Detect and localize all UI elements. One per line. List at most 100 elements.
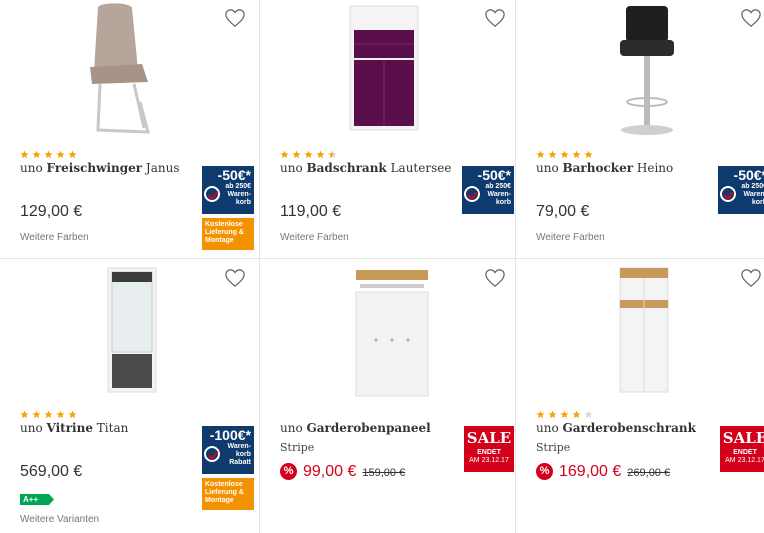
rating-stars <box>536 146 593 159</box>
discount-badge: -50€*ab 250€ Waren-korb <box>718 166 764 214</box>
energy-label[interactable]: A++ <box>20 494 54 505</box>
product-grid: uno Freischwinger Janus 129,00 € Weitere F… <box>0 0 764 533</box>
product-image[interactable] <box>576 262 716 398</box>
product-image[interactable] <box>60 262 200 398</box>
wishlist-heart-icon[interactable] <box>740 8 762 28</box>
star-icon <box>328 146 337 159</box>
rating-stars <box>536 406 593 419</box>
old-price: 159,00 € <box>362 467 406 479</box>
star-icon <box>584 146 593 159</box>
star-icon <box>56 406 65 419</box>
star-icon <box>56 146 65 159</box>
brand-label: uno <box>536 421 559 435</box>
checkmark-icon <box>204 446 220 462</box>
product-title[interactable]: uno Garderobenschrank <box>536 421 696 435</box>
price: 79,00 € <box>536 203 590 220</box>
product-title[interactable]: uno Freischwinger Janus <box>20 161 180 175</box>
product-subtitle: Stripe <box>280 441 315 454</box>
price: % 169,00 € 269,00 € <box>536 463 670 481</box>
star-icon <box>32 146 41 159</box>
product-card[interactable]: uno Garderobenschrank Stripe% 169,00 € 269… <box>516 260 764 533</box>
product-image[interactable] <box>320 2 460 138</box>
sale-price: 99,00 € <box>303 463 357 480</box>
product-name: Vitrine <box>46 421 93 435</box>
product-image[interactable] <box>576 2 716 138</box>
product-card[interactable]: uno Badschrank Lautersee 119,00 € Weitere … <box>260 0 516 258</box>
free-delivery-badge: Kostenlose Lieferung & Montage <box>202 478 254 510</box>
price: 569,00 € <box>20 463 83 480</box>
brand-label: uno <box>20 161 43 175</box>
sale-price: 169,00 € <box>559 463 622 480</box>
product-card[interactable]: uno Barhocker Heino 79,00 € Weitere Farben… <box>516 0 764 258</box>
sale-badge: SALE ENDET AM 23.12.17 <box>464 426 514 472</box>
star-icon <box>316 146 325 159</box>
price: 119,00 € <box>280 203 342 220</box>
row-divider <box>0 258 764 259</box>
star-icon <box>44 406 53 419</box>
star-icon <box>280 146 289 159</box>
product-title[interactable]: uno Badschrank Lautersee <box>280 161 451 175</box>
product-subtitle: Stripe <box>536 441 571 454</box>
more-variants-link[interactable]: Weitere Farben <box>280 232 349 243</box>
star-icon <box>292 146 301 159</box>
product-card[interactable]: uno Freischwinger Janus 129,00 € Weitere F… <box>0 0 256 258</box>
discount-badge: -50€*ab 250€ Waren-korb <box>462 166 514 214</box>
percent-icon: % <box>536 463 553 480</box>
product-name: Barhocker <box>562 161 634 175</box>
rating-stars <box>20 406 77 419</box>
star-icon <box>20 146 29 159</box>
checkmark-icon <box>464 186 480 202</box>
product-name: Garderobenpaneel <box>306 421 431 435</box>
star-icon <box>20 406 29 419</box>
star-icon <box>572 406 581 419</box>
discount-badge: -100€* Waren-korb Rabatt <box>202 426 254 474</box>
more-variants-link[interactable]: Weitere Farben <box>20 232 89 243</box>
product-name: Badschrank <box>306 161 387 175</box>
product-title[interactable]: uno Vitrine Titan <box>20 421 128 435</box>
star-icon <box>548 146 557 159</box>
star-icon <box>68 146 77 159</box>
price: % 99,00 € 159,00 € <box>280 463 405 481</box>
star-icon <box>536 406 545 419</box>
brand-label: uno <box>20 421 43 435</box>
brand-label: uno <box>536 161 559 175</box>
rating-stars <box>20 146 77 159</box>
product-name: Freischwinger <box>46 161 143 175</box>
star-icon <box>304 146 313 159</box>
sale-badge: SALE ENDET AM 23.12.17 <box>720 426 764 472</box>
price: 129,00 € <box>20 203 83 220</box>
wishlist-heart-icon[interactable] <box>484 268 506 288</box>
rating-stars <box>280 146 337 159</box>
wishlist-heart-icon[interactable] <box>224 8 246 28</box>
discount-badge: -50€*ab 250€ Waren-korb <box>202 166 254 214</box>
product-card[interactable]: uno Garderobenpaneel Stripe% 99,00 € 159,0… <box>260 260 516 533</box>
free-delivery-badge: Kostenlose Lieferung & Montage <box>202 218 254 250</box>
more-variants-link[interactable]: Weitere Farben <box>536 232 605 243</box>
star-icon <box>536 146 545 159</box>
wishlist-heart-icon[interactable] <box>484 8 506 28</box>
star-icon <box>560 406 569 419</box>
product-image[interactable] <box>60 2 200 138</box>
star-icon <box>44 146 53 159</box>
more-variants-link[interactable]: Weitere Varianten <box>20 514 99 525</box>
product-card[interactable]: uno Vitrine Titan 569,00 € A++ Weitere Vari… <box>0 260 256 533</box>
product-variant: Lautersee <box>390 161 452 175</box>
star-icon <box>560 146 569 159</box>
star-icon <box>548 406 557 419</box>
old-price: 269,00 € <box>627 467 671 479</box>
checkmark-icon <box>204 186 220 202</box>
wishlist-heart-icon[interactable] <box>224 268 246 288</box>
wishlist-heart-icon[interactable] <box>740 268 762 288</box>
checkmark-icon <box>720 186 736 202</box>
product-image[interactable] <box>320 262 460 398</box>
product-title[interactable]: uno Barhocker Heino <box>536 161 673 175</box>
star-icon <box>68 406 77 419</box>
percent-icon: % <box>280 463 297 480</box>
star-icon <box>572 146 581 159</box>
product-title[interactable]: uno Garderobenpaneel <box>280 421 431 435</box>
brand-label: uno <box>280 421 303 435</box>
product-variant: Heino <box>636 161 674 175</box>
star-icon <box>584 406 593 419</box>
star-icon <box>32 406 41 419</box>
product-variant: Janus <box>145 161 180 175</box>
